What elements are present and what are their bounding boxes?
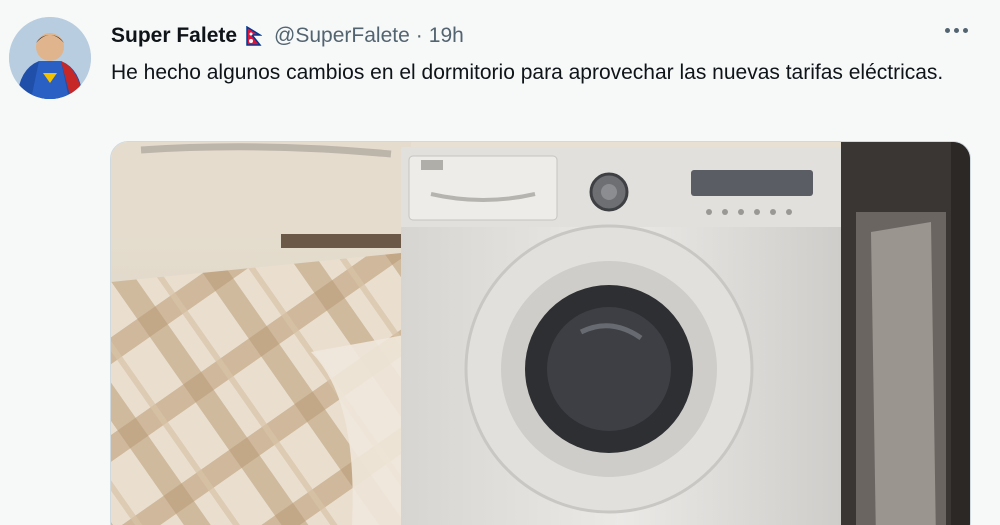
superhero-avatar-image bbox=[9, 17, 91, 99]
tweet-photo[interactable] bbox=[110, 141, 971, 525]
display-name[interactable]: Super Falete bbox=[111, 24, 237, 48]
user-handle[interactable]: @SuperFalete bbox=[274, 24, 410, 48]
separator-dot: · bbox=[415, 24, 423, 47]
timestamp[interactable]: 19h bbox=[429, 24, 464, 48]
more-options-icon[interactable] bbox=[945, 28, 968, 33]
tweet: Super Falete @SuperFalete · 19h He hecho… bbox=[0, 0, 1000, 525]
bedroom-washing-machine-photo bbox=[111, 142, 970, 525]
tweet-header: Super Falete @SuperFalete · 19h bbox=[111, 22, 464, 50]
tweet-text: He hecho algunos cambios en el dormitori… bbox=[111, 61, 944, 84]
avatar[interactable] bbox=[9, 17, 91, 99]
nepal-flag-icon bbox=[246, 26, 263, 46]
